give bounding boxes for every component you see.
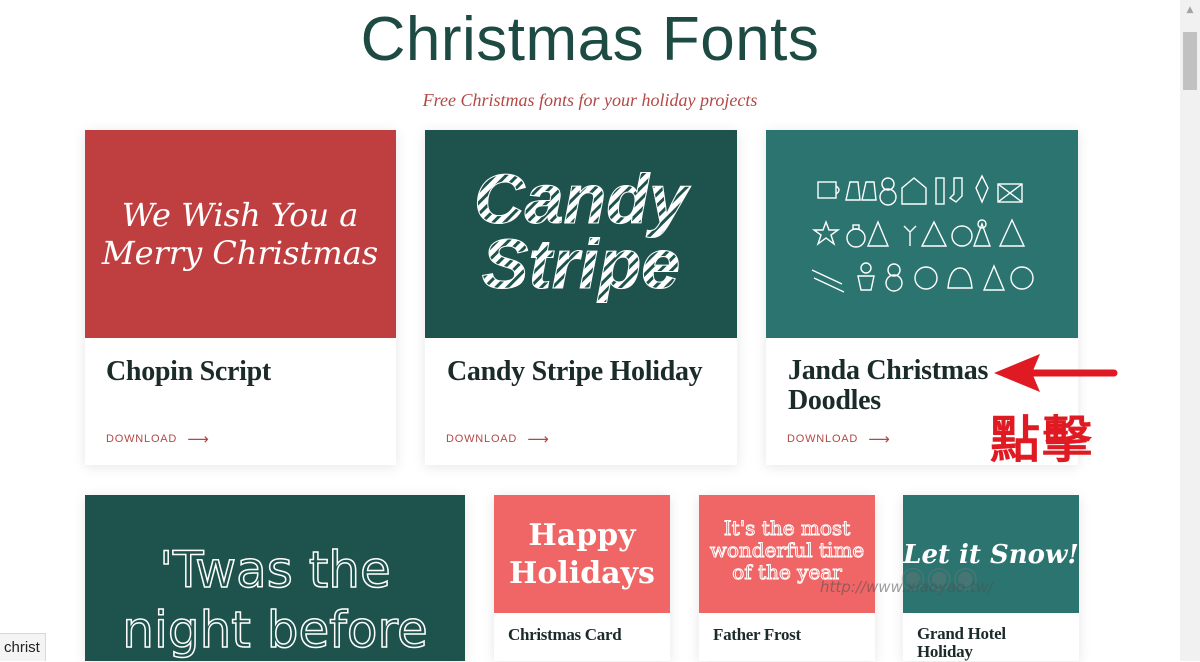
doodle-icons xyxy=(811,174,1034,293)
card-title[interactable]: Grand Hotel Holiday xyxy=(917,625,1027,661)
doodle-bell-icon xyxy=(947,267,973,289)
preview-line-1: Happy xyxy=(528,518,637,553)
doodle-mug-icon xyxy=(817,181,840,199)
arrow-right-icon: ⟶ xyxy=(868,431,891,448)
watermark-url: http://www.xiaoyao.tw/ xyxy=(820,578,994,596)
doodle-sled-icon xyxy=(811,269,845,293)
card-title[interactable]: Chopin Script xyxy=(106,356,376,388)
doodle-bauble-icon xyxy=(846,224,866,248)
doodle-tree3-icon xyxy=(998,218,1026,247)
scroll-up-arrow-icon[interactable]: ▲ xyxy=(1180,0,1200,20)
doodle-tree-icon xyxy=(866,220,890,247)
find-bar-text: christ xyxy=(0,633,46,661)
page-subtitle: Free Christmas fonts for your holiday pr… xyxy=(422,90,758,110)
card-preview-image[interactable]: We Wish You a Merry Christmas xyxy=(85,130,396,338)
download-label: DOWNLOAD xyxy=(787,433,859,445)
annotation-arrow-icon xyxy=(994,354,1118,392)
doodle-wreath-icon xyxy=(914,266,938,290)
doodle-house-icon xyxy=(901,177,927,205)
preview-line-2: Merry Christmas xyxy=(101,234,378,272)
doodle-santa-icon xyxy=(951,225,973,247)
download-label: DOWNLOAD xyxy=(106,433,178,445)
preview-text-art: Candy Stripe xyxy=(474,160,692,304)
font-card-christmas-card[interactable]: Happy Holidays Christmas Card xyxy=(494,495,670,661)
download-link[interactable]: DOWNLOAD ⟶ xyxy=(787,430,891,448)
doodle-snowman2-icon xyxy=(885,263,903,292)
vertical-scrollbar[interactable]: ▲ xyxy=(1180,0,1200,661)
card-preview-image[interactable]: 'Twas the night before xyxy=(85,495,465,661)
font-card-twas-the-night[interactable]: 'Twas the night before xyxy=(85,495,465,661)
card-preview-image[interactable] xyxy=(766,130,1078,338)
doodle-mittens-icon xyxy=(845,181,877,201)
card-title[interactable]: Janda Christmas Doodles xyxy=(788,356,993,416)
preview-line-2: Holidays xyxy=(509,556,655,591)
doodle-drum-icon xyxy=(997,183,1023,203)
doodle-star-icon xyxy=(811,220,841,246)
preview-text-art: Happy Holidays xyxy=(509,518,655,591)
doodle-gingerbread-icon xyxy=(857,262,875,291)
card-title[interactable]: Christmas Card xyxy=(508,625,668,645)
preview-text-art: 'Twas the night before xyxy=(122,540,429,660)
doodle-snowman-icon xyxy=(879,177,897,206)
page-title: Christmas Fonts xyxy=(360,5,820,74)
arrow-right-icon: ⟶ xyxy=(187,431,210,448)
preview-line-2: night before xyxy=(122,601,427,659)
preview-line-1: It's the most xyxy=(724,516,850,540)
preview-line-1: 'Twas the xyxy=(159,541,391,599)
card-title[interactable]: Father Frost xyxy=(713,625,873,645)
preview-line-1: We Wish You a xyxy=(122,196,359,234)
preview-text-art: We Wish You a Merry Christmas xyxy=(101,196,378,272)
font-card-chopin-script[interactable]: We Wish You a Merry Christmas Chopin Scr… xyxy=(85,130,396,465)
doodle-ornament-icon xyxy=(975,174,989,204)
annotation-label: 點擊 xyxy=(990,411,1094,469)
font-card-candy-stripe-holiday[interactable]: Candy Stripe Candy Stripe Holiday DOWNLO… xyxy=(425,130,737,465)
doodle-reindeer-icon xyxy=(903,225,917,246)
download-link[interactable]: DOWNLOAD ⟶ xyxy=(106,430,210,448)
doodle-tree4-icon xyxy=(982,264,1006,291)
arrow-right-icon: ⟶ xyxy=(527,431,550,448)
preview-line-2: Stripe xyxy=(482,225,680,303)
scrollbar-thumb[interactable] xyxy=(1183,32,1197,90)
preview-line-2: wonderful time xyxy=(710,538,865,562)
doodle-stocking-icon xyxy=(948,177,963,203)
card-preview-image[interactable]: Candy Stripe xyxy=(425,130,737,338)
card-preview-image[interactable]: Happy Holidays xyxy=(494,495,670,613)
doodle-tree2-icon xyxy=(920,220,948,247)
doodle-angel-icon xyxy=(973,219,991,247)
download-label: DOWNLOAD xyxy=(446,433,518,445)
card-title[interactable]: Candy Stripe Holiday xyxy=(447,356,727,388)
doodle-nutcracker-icon xyxy=(935,177,945,205)
doodle-wreath2-icon xyxy=(1010,266,1034,290)
download-link[interactable]: DOWNLOAD ⟶ xyxy=(446,430,550,448)
